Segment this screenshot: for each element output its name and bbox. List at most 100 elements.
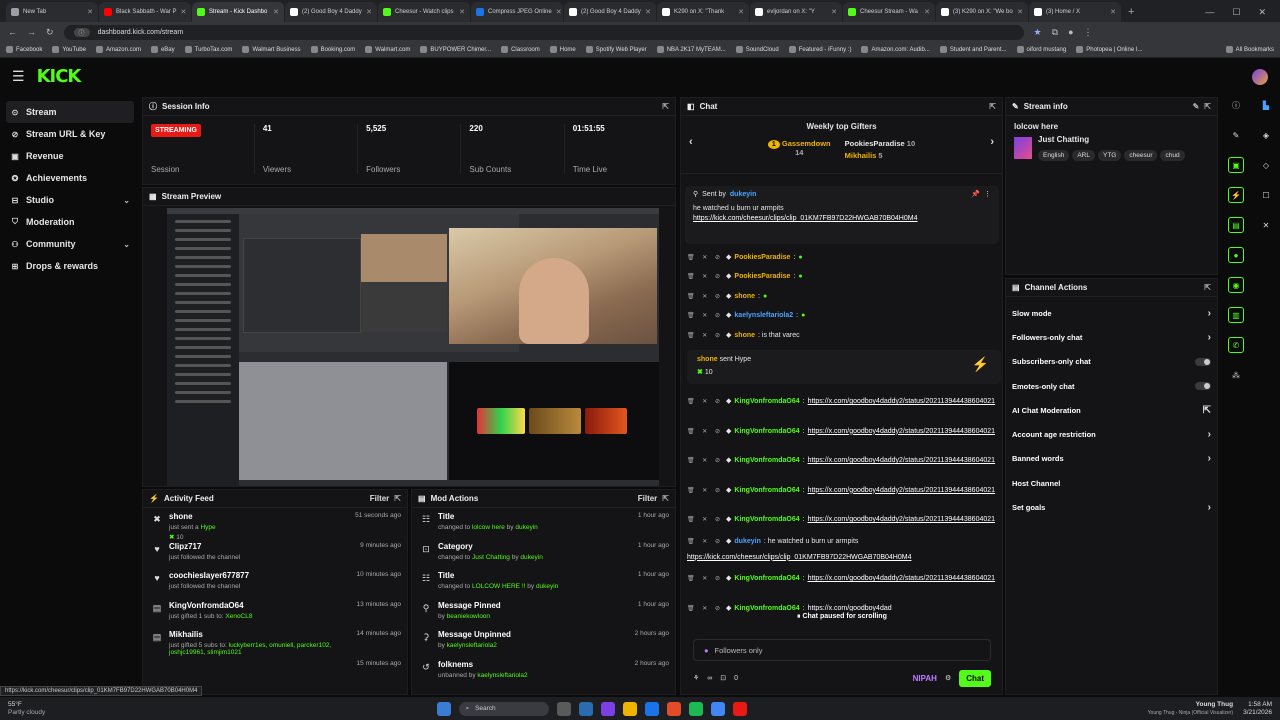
weather-widget[interactable]: 55°F Partly cloudy xyxy=(8,701,45,717)
chat-link[interactable]: https://x.com/goodboy4daddy2/status/2021… xyxy=(808,397,995,407)
notes-icon[interactable]: ▤ xyxy=(1228,217,1244,233)
activity-user[interactable]: Clipz717 xyxy=(169,542,354,551)
stream-video[interactable] xyxy=(167,208,659,486)
activity-item[interactable]: ▤ Mikhailis just gifted 5 subs to: luckybe… xyxy=(151,630,401,660)
mod-tools-icons[interactable]: 🗑 ✕ ⊘ xyxy=(687,574,723,584)
extension-icon[interactable]: ◇ xyxy=(1258,157,1274,173)
close-window-icon[interactable]: ✕ xyxy=(1258,7,1266,18)
mod-tools-icons[interactable]: 🗑 ✕ ⊘ xyxy=(687,486,723,496)
chat-message[interactable]: 🗑 ✕ ⊘ ◆ dukeyin: he watched u burn ur armp… xyxy=(687,535,1001,565)
app-icon[interactable] xyxy=(733,701,748,716)
chat-paused-banner[interactable]: ⏸ Chat paused for scrolling xyxy=(791,611,893,623)
apps-icon[interactable]: ⁂ xyxy=(1228,367,1244,383)
channel-action-set-goals[interactable]: Set goals › xyxy=(1006,495,1217,519)
chat-username[interactable]: KingVonfromdaO64 xyxy=(734,427,799,437)
close-icon[interactable]: ✕ xyxy=(1110,8,1116,16)
activity-user[interactable]: coochieslayer677877 xyxy=(169,571,351,580)
stream-tag[interactable]: cheesur xyxy=(1124,150,1158,161)
kick-logo[interactable]: KICK xyxy=(37,66,82,87)
mod-action-user[interactable]: beaniekowloon xyxy=(447,613,490,620)
bookmark-item[interactable]: Facebook xyxy=(6,46,42,53)
extension-icon[interactable]: ▙ xyxy=(1258,97,1274,113)
sidebar-item-studio[interactable]: ⊟ Studio ⌄ xyxy=(6,189,134,211)
chat-message[interactable]: 🗑 ✕ ⊘ ◆ KingVonfromdaO64: https://x.com/goo… xyxy=(687,447,1001,477)
chat-username[interactable]: KingVonfromdaO64 xyxy=(734,515,799,525)
activity-filter-button[interactable]: Filter xyxy=(370,494,390,503)
pinned-message[interactable]: ⚲ Sent by dukeyin 📌 ⋮ he watched u burn … xyxy=(685,186,999,244)
taskbar-search[interactable]: ⌕ Search xyxy=(459,701,550,716)
app-icon[interactable] xyxy=(645,701,660,716)
bookmark-item[interactable]: oiford mustang xyxy=(1016,46,1066,53)
sidebar-item-moderation[interactable]: ⛉ Moderation xyxy=(6,211,134,233)
activity-user[interactable]: shone xyxy=(169,512,349,521)
gifter-second[interactable]: PookiesParadise 10 xyxy=(845,139,915,148)
mod-tools-icons[interactable]: 🗑 ✕ ⊘ xyxy=(687,397,723,407)
mod-tools-icons[interactable]: 🗑 ✕ ⊘ xyxy=(687,537,723,547)
mod-action-user[interactable]: kaelynsleftariola2 xyxy=(447,642,497,649)
chat-link[interactable]: https://kick.com/cheesur/clips/clip_01KM… xyxy=(687,553,911,563)
channel-action-subscribers-only-chat[interactable]: Subscribers-only chat xyxy=(1006,350,1217,374)
channel-action-account-age-restriction[interactable]: Account age restriction › xyxy=(1006,422,1217,446)
bookmark-item[interactable]: Amazon.com xyxy=(95,46,141,53)
minimize-icon[interactable]: — xyxy=(1205,7,1214,17)
chat-message[interactable]: 🗑 ✕ ⊘ ◆ PookiesParadise: ● xyxy=(687,268,1001,288)
gifter-first[interactable]: 1 Gassemdown 14 xyxy=(767,139,831,160)
bookmark-item[interactable]: BUYPOWER Chimer... xyxy=(420,46,491,53)
extension-icon[interactable]: ◈ xyxy=(1258,127,1274,143)
activity-item[interactable]: ▤ KingVonfromdaO64 just gifted 1 sub to: X… xyxy=(151,601,401,631)
activity-item[interactable]: ✖ shone just sent a Hype ✖ 10 51 seconds ago xyxy=(151,512,401,542)
info-icon[interactable]: ⓘ xyxy=(1228,97,1244,113)
extensions-icon[interactable]: ⧉ xyxy=(1052,27,1058,38)
bookmark-item[interactable]: Walmart Business xyxy=(242,46,301,53)
hype-user[interactable]: shone xyxy=(697,356,718,363)
close-icon[interactable]: ✕ xyxy=(180,8,186,16)
bookmark-item[interactable]: Spotify Web Player xyxy=(585,46,647,53)
chat-message[interactable]: 🗑 ✕ ⊘ ◆ KingVonfromdaO64: https://x.com/goo… xyxy=(687,506,1001,536)
chevron-right-icon[interactable]: › xyxy=(1208,502,1211,513)
app-icon[interactable] xyxy=(667,701,682,716)
points-icon[interactable]: ⚘ xyxy=(693,674,699,682)
chat-link[interactable]: https://x.com/goodboy4daddy2/status/2021… xyxy=(808,515,995,525)
profile-icon[interactable]: ● xyxy=(1068,27,1073,37)
browser-tab[interactable]: Compress JPEG Online ✕ xyxy=(471,2,563,22)
activity-user[interactable]: KingVonfromdaO64 xyxy=(169,601,351,610)
bookmark-item[interactable]: Home xyxy=(549,46,576,53)
chat-username[interactable]: shone xyxy=(734,331,755,341)
chat-message[interactable]: 🗑 ✕ ⊘ ◆ shone: ● xyxy=(687,287,1001,307)
toggle-switch[interactable] xyxy=(1195,382,1211,391)
channel-action-banned-words[interactable]: Banned words › xyxy=(1006,447,1217,471)
chat-username[interactable]: KingVonfromdaO64 xyxy=(734,574,799,584)
mod-action-user[interactable]: dukeyin xyxy=(515,524,537,531)
pinned-link[interactable]: https://kick.com/cheesur/clips/clip_01KM… xyxy=(693,215,917,222)
bookmark-item[interactable]: Featured - iFunny :) xyxy=(788,46,851,53)
close-icon[interactable]: ✕ xyxy=(366,8,372,16)
mod-action-item[interactable]: ☷ Title changed to lolcow here by dukeyin 1… xyxy=(420,512,669,542)
activity-item[interactable]: ♥ Clipz717 just followed the channel 9 minu… xyxy=(151,542,401,572)
popout-icon[interactable]: ⇱ xyxy=(1204,102,1211,111)
chat-message[interactable]: 🗑 ✕ ⊘ ◆ PookiesParadise: ● xyxy=(687,248,1001,268)
app-icon[interactable] xyxy=(579,701,594,716)
channel-action-emotes-only-chat[interactable]: Emotes-only chat xyxy=(1006,374,1217,398)
chevron-left-icon[interactable]: ‹ xyxy=(689,136,693,148)
browser-tab[interactable]: K290 on X: "Thank ✕ xyxy=(657,2,749,22)
chat-message[interactable]: 🗑 ✕ ⊘ ◆ shone: is that varec xyxy=(687,326,1001,346)
browser-tab[interactable]: (3) K290 on X: "We bo ✕ xyxy=(936,2,1028,22)
mod-tools-icons[interactable]: 🗑 ✕ ⊘ xyxy=(687,272,723,282)
bookmark-item[interactable]: SoundCloud xyxy=(735,46,779,53)
hamburger-menu-icon[interactable]: ☰ xyxy=(12,68,25,85)
mod-action-item[interactable]: ⚳ Message Unpinned by kaelynsleftariola2 2 … xyxy=(420,630,669,660)
bookmark-item[interactable]: TurboTax.com xyxy=(184,46,232,53)
mod-action-user[interactable]: dukeyin xyxy=(520,554,542,561)
chat-username[interactable]: KingVonfromdaO64 xyxy=(734,604,799,614)
chat-send-button[interactable]: Chat xyxy=(959,669,991,687)
chrome-icon[interactable] xyxy=(711,701,726,716)
screen-icon[interactable]: ▣ xyxy=(1228,157,1244,173)
bookmark-star-icon[interactable]: ★ xyxy=(1034,27,1042,38)
browser-tab[interactable]: New Tab ✕ xyxy=(6,2,98,22)
pinned-user[interactable]: dukeyin xyxy=(730,191,756,198)
bookmark-item[interactable]: Photopea | Online I... xyxy=(1076,46,1143,53)
browser-tab[interactable]: Black Sabbath - War P ✕ xyxy=(99,2,191,22)
toggle-switch[interactable] xyxy=(1195,357,1211,366)
chat-link[interactable]: https://x.com/goodboy4daddy2/status/2021… xyxy=(808,456,995,466)
close-icon[interactable]: ✕ xyxy=(459,8,465,16)
